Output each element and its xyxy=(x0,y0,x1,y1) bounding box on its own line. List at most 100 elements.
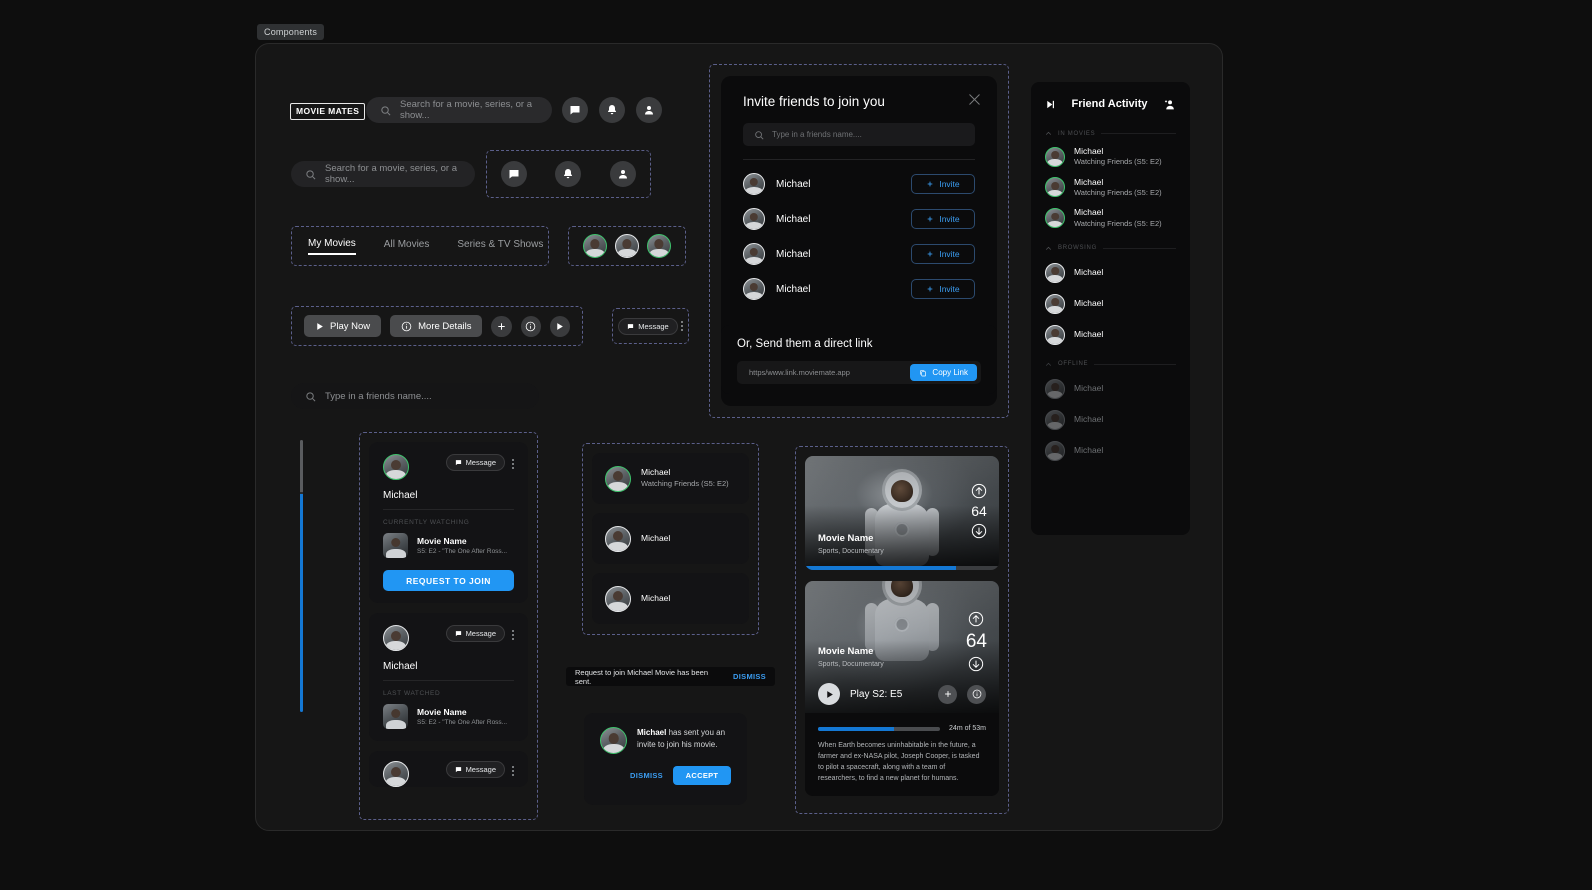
message-button[interactable]: Message xyxy=(445,761,505,778)
movie-card[interactable]: Movie Name Sports, Documentary 64 xyxy=(805,456,999,570)
accept-button[interactable]: ACCEPT xyxy=(673,766,731,785)
invite-notification-text: Michael has sent you an invite to join h… xyxy=(637,727,731,750)
movie-title: Movie Name xyxy=(818,533,874,544)
message-label: Message xyxy=(465,458,496,467)
avatar[interactable] xyxy=(647,234,671,258)
tab-my-movies[interactable]: My Movies xyxy=(308,238,356,255)
friend-row[interactable]: Michael xyxy=(1045,440,1176,461)
more-details-button[interactable]: More Details xyxy=(390,315,483,337)
add-button[interactable] xyxy=(938,684,957,704)
friend-name: Michael xyxy=(641,532,671,543)
play-now-button[interactable]: Play Now xyxy=(304,315,382,337)
avatar[interactable] xyxy=(583,234,607,258)
search-input[interactable]: Search for a movie, series, or a show... xyxy=(366,97,552,123)
profile-button[interactable] xyxy=(609,161,636,187)
avatar xyxy=(1045,177,1065,198)
invite-button[interactable]: Invite xyxy=(911,174,975,194)
search-icon xyxy=(381,105,391,115)
more-options-icon[interactable] xyxy=(512,459,514,469)
friend-row[interactable]: Michael xyxy=(1045,378,1176,399)
add-button[interactable] xyxy=(491,315,512,337)
user-icon xyxy=(618,170,627,179)
arrow-down-circle-icon[interactable] xyxy=(971,523,987,539)
progress-bar[interactable] xyxy=(818,726,941,731)
friend-row[interactable]: Michael xyxy=(1045,262,1176,283)
friend-row[interactable]: Michael xyxy=(1045,409,1176,430)
modal-search-input[interactable]: Type in a friends name.... xyxy=(743,123,975,146)
message-icon xyxy=(628,323,634,329)
friend-row[interactable]: Michael Watching Friends (S5: E2) xyxy=(1045,207,1176,229)
more-options-icon[interactable] xyxy=(512,766,514,776)
search-input-variant[interactable]: Search for a movie, series, or a show... xyxy=(291,161,475,187)
friend-status: Watching Friends (S5: E2) xyxy=(1074,218,1162,228)
avatar[interactable] xyxy=(615,234,639,258)
tab-all-movies[interactable]: All Movies xyxy=(384,239,430,254)
friend-row[interactable]: Michael Watching Friends (S5: E2) xyxy=(1045,146,1176,168)
search-placeholder: Search for a movie, series, or a show... xyxy=(400,99,532,121)
message-button[interactable]: Message xyxy=(445,625,505,642)
section-label: BROWSING xyxy=(1058,245,1097,252)
friend-status: Watching Friends (S5: E2) xyxy=(1074,157,1162,167)
more-options-icon[interactable] xyxy=(512,630,514,640)
movie-card-expanded[interactable]: Movie Name Sports, Documentary 64 Play S… xyxy=(805,581,999,797)
profile-button[interactable] xyxy=(636,97,662,123)
playback-controls: Play S2: E5 xyxy=(818,683,986,705)
friend-search-input[interactable]: Type in a friends name.... xyxy=(291,383,539,409)
invite-sender-name: Michael xyxy=(637,728,667,737)
info-button[interactable] xyxy=(520,315,541,337)
play-button[interactable] xyxy=(818,683,840,705)
toast-dismiss-button[interactable]: DISMISS xyxy=(733,672,766,681)
bell-icon xyxy=(564,169,573,179)
section-header-browsing[interactable]: BROWSING xyxy=(1045,245,1176,252)
friend-row[interactable]: Michael xyxy=(1045,293,1176,314)
modal-title: Invite friends to join you xyxy=(743,94,885,109)
scrollbar-track-top xyxy=(300,440,303,492)
list-item[interactable]: Michael xyxy=(592,573,749,624)
divider xyxy=(383,680,514,681)
message-icon xyxy=(455,767,461,773)
message-button[interactable] xyxy=(501,161,528,187)
message-button[interactable] xyxy=(562,97,588,123)
skip-icon[interactable] xyxy=(1045,99,1056,110)
request-to-join-button[interactable]: REQUEST TO JOIN xyxy=(383,570,514,591)
invite-button[interactable]: Invite xyxy=(911,209,975,229)
list-item[interactable]: Michael xyxy=(592,513,749,564)
message-label: Message xyxy=(465,765,496,774)
friend-activity-title: Friend Activity xyxy=(1071,98,1148,110)
friend-row[interactable]: Michael Watching Friends (S5: E2) xyxy=(1045,177,1176,199)
close-icon[interactable] xyxy=(967,92,982,107)
progress-row: 24m of 53m xyxy=(818,713,986,732)
message-button[interactable]: Message xyxy=(618,317,678,335)
link-field[interactable]: https/www.link.moviemate.app Copy Link xyxy=(737,361,981,384)
section-header-in-movies[interactable]: IN MOVIES xyxy=(1045,130,1176,137)
notifications-button[interactable] xyxy=(599,97,625,123)
tab-series-tv[interactable]: Series & TV Shows xyxy=(457,239,543,254)
friend-activity-header: Friend Activity xyxy=(1045,94,1176,114)
vertical-scrollbar[interactable] xyxy=(300,440,303,712)
movie-row[interactable]: Movie Name S5: E2 - "The One After Ross.… xyxy=(383,704,514,729)
invite-button[interactable]: Invite xyxy=(911,279,975,299)
arrow-down-circle-icon[interactable] xyxy=(968,656,984,672)
invite-label: Invite xyxy=(939,214,960,224)
more-options-icon[interactable] xyxy=(680,321,683,331)
info-button[interactable] xyxy=(967,684,986,704)
notifications-button[interactable] xyxy=(555,161,582,187)
movie-name: Movie Name xyxy=(417,536,467,546)
progress-bar[interactable] xyxy=(805,566,999,570)
message-button[interactable]: Message xyxy=(445,454,505,471)
section-header-offline[interactable]: OFFLINE xyxy=(1045,361,1176,368)
invite-button[interactable]: Invite xyxy=(911,244,975,264)
list-item[interactable]: Michael Watching Friends (S5: E2) xyxy=(592,453,749,504)
dismiss-button[interactable]: DISMISS xyxy=(630,771,663,780)
add-person-icon[interactable] xyxy=(1163,98,1176,111)
play-button[interactable] xyxy=(549,315,571,337)
arrow-up-circle-icon[interactable] xyxy=(971,483,987,499)
copy-icon xyxy=(920,369,927,376)
scrollbar-thumb[interactable] xyxy=(300,494,303,712)
movie-row[interactable]: Movie Name S5: E2 - "The One After Ross.… xyxy=(383,533,514,558)
copy-link-button[interactable]: Copy Link xyxy=(910,364,977,381)
arrow-up-circle-icon[interactable] xyxy=(968,611,984,627)
friend-name: Michael xyxy=(641,592,671,603)
avatar xyxy=(605,585,631,612)
friend-row[interactable]: Michael xyxy=(1045,324,1176,345)
